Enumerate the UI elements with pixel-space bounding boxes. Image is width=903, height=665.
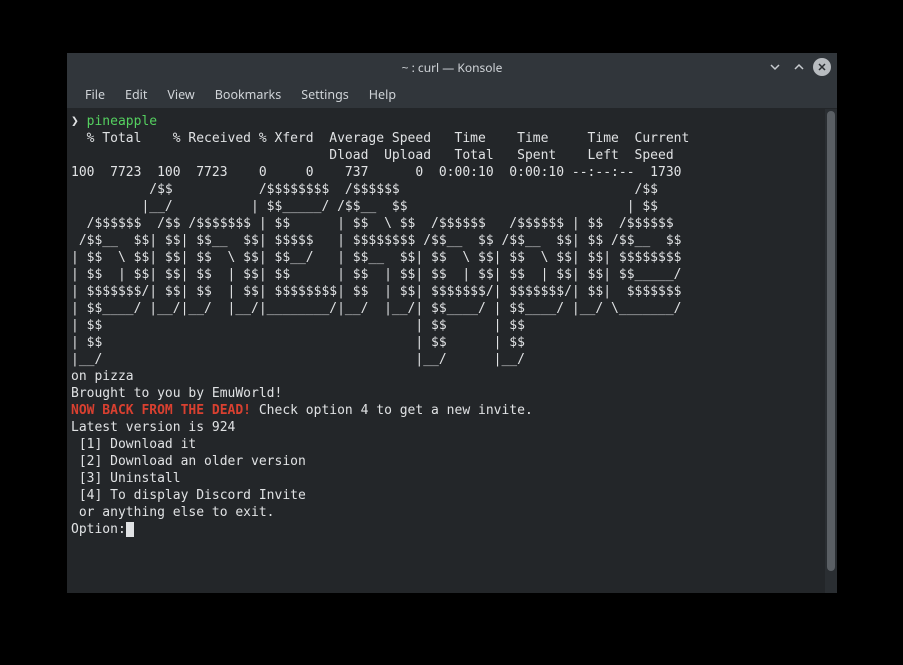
on-pizza-line: on pizza	[71, 369, 134, 384]
option-3: [3] Uninstall	[71, 471, 181, 486]
scrollbar[interactable]	[825, 109, 837, 593]
close-button[interactable]	[813, 58, 831, 76]
terminal-area: ❯ pineapple % Total % Received % Xferd A…	[67, 109, 837, 593]
chevron-up-icon	[793, 61, 805, 73]
latest-version-line: Latest version is 924	[71, 420, 235, 435]
window-title: ~ : curl — Konsole	[402, 59, 503, 76]
command-text: pineapple	[87, 114, 157, 129]
scrollbar-thumb[interactable]	[827, 111, 835, 571]
menu-file[interactable]: File	[75, 82, 115, 107]
prompt-symbol: ❯	[71, 114, 79, 129]
maximize-button[interactable]	[789, 57, 809, 77]
terminal-content[interactable]: ❯ pineapple % Total % Received % Xferd A…	[67, 109, 825, 593]
option-1: [1] Download it	[71, 437, 196, 452]
curl-progress: % Total % Received % Xferd Average Speed…	[71, 131, 689, 180]
menu-settings[interactable]: Settings	[291, 82, 359, 107]
chevron-down-icon	[769, 61, 781, 73]
option-prompt: Option:	[71, 522, 126, 537]
cursor	[126, 522, 134, 537]
option-4: [4] To display Discord Invite	[71, 488, 306, 503]
menu-help[interactable]: Help	[359, 82, 406, 107]
titlebar[interactable]: ~ : curl — Konsole	[67, 53, 837, 81]
minimize-button[interactable]	[765, 57, 785, 77]
menu-edit[interactable]: Edit	[115, 82, 157, 107]
konsole-window: ~ : curl — Konsole File Edit View Bookma…	[67, 53, 837, 593]
menubar: File Edit View Bookmarks Settings Help	[67, 81, 837, 109]
option-else: or anything else to exit.	[71, 505, 275, 520]
check-option-line: Check option 4 to get a new invite.	[251, 403, 533, 418]
close-icon	[817, 62, 827, 72]
now-back-line: NOW BACK FROM THE DEAD!	[71, 403, 251, 418]
ascii-art: /$$ /$$$$$$$$ /$$$$$$ /$$ |__/ | $$_____…	[71, 182, 681, 367]
titlebar-controls	[765, 57, 831, 77]
menu-bookmarks[interactable]: Bookmarks	[205, 82, 291, 107]
option-2: [2] Download an older version	[71, 454, 306, 469]
brought-by-line: Brought to you by EmuWorld!	[71, 386, 282, 401]
menu-view[interactable]: View	[157, 82, 204, 107]
